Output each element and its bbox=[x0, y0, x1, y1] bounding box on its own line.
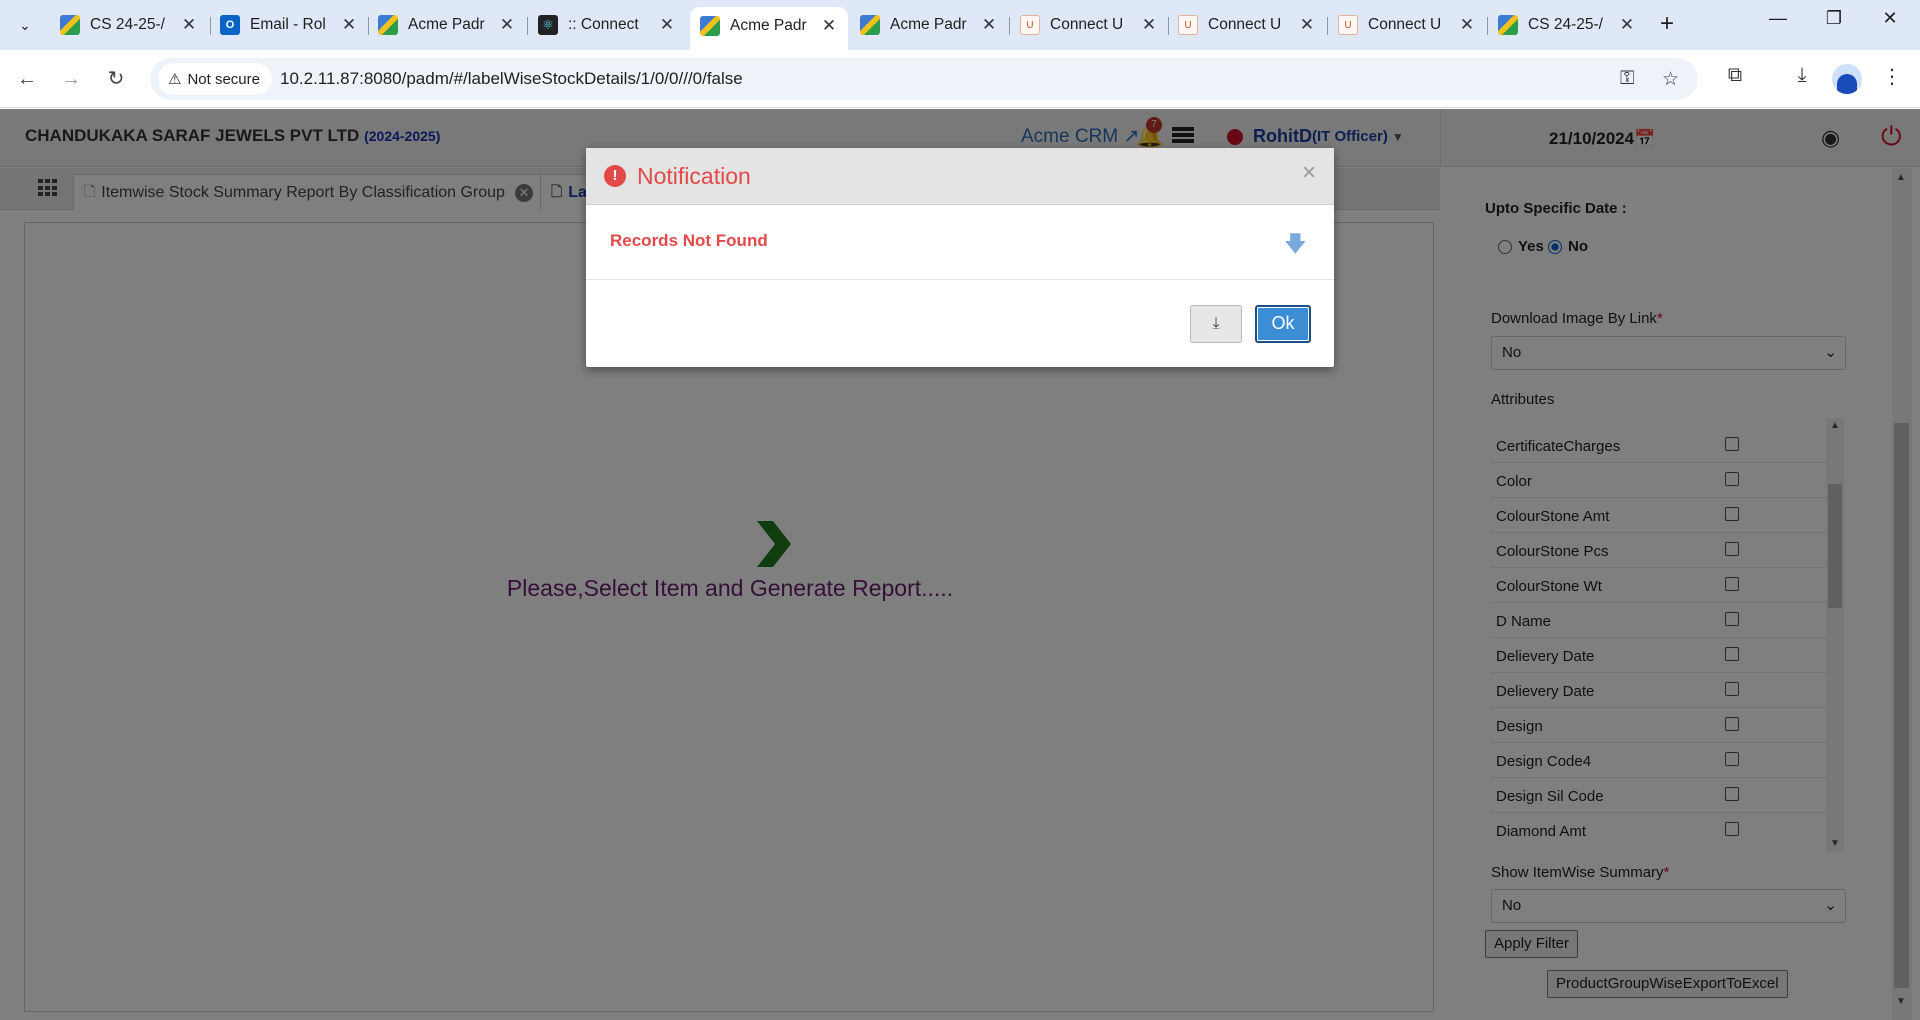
minimize-icon[interactable]: — bbox=[1758, 8, 1798, 29]
url-text[interactable]: 10.2.11.87:8080/padm/#/labelWiseStockDet… bbox=[280, 69, 743, 89]
browser-tab-active[interactable]: Acme Padr ✕ bbox=[690, 7, 848, 50]
browser-tab-title: CS 24-25-/ bbox=[90, 16, 165, 33]
browser-tab-title: Acme Padr bbox=[730, 16, 807, 34]
bookmark-star-icon[interactable]: ☆ bbox=[1662, 68, 1679, 91]
password-key-icon[interactable]: ⚿ bbox=[1620, 68, 1634, 90]
browser-tab-title: Acme Padr bbox=[408, 16, 485, 33]
reload-icon[interactable]: ↻ bbox=[101, 64, 131, 94]
dialog-title: Notification bbox=[637, 163, 751, 189]
warning-triangle-icon: ⚠ bbox=[168, 71, 182, 88]
ok-button[interactable]: Ok bbox=[1255, 305, 1311, 343]
tab-search-chevron-icon[interactable]: ⌄ bbox=[8, 9, 42, 41]
browser-tab[interactable]: U Connect U ✕ bbox=[1328, 7, 1486, 43]
browser-tab[interactable]: U Connect U ✕ bbox=[1168, 7, 1326, 43]
close-icon[interactable]: ✕ bbox=[1618, 15, 1636, 35]
address-bar: ← → ↻ ⚠ Not secure 10.2.11.87:8080/padm/… bbox=[0, 50, 1920, 108]
browser-tab[interactable]: U Connect U ✕ bbox=[1010, 7, 1168, 43]
close-icon[interactable]: ✕ bbox=[1458, 15, 1476, 35]
close-icon[interactable]: × bbox=[1302, 159, 1316, 187]
close-icon[interactable]: ✕ bbox=[1298, 15, 1316, 35]
close-icon[interactable]: ✕ bbox=[1140, 15, 1158, 35]
browser-tab-title: Connect U bbox=[1050, 16, 1124, 33]
download-button[interactable]: ⤓ bbox=[1190, 305, 1242, 343]
close-icon[interactable]: ✕ bbox=[820, 16, 838, 36]
download-icon: ⤓ bbox=[1212, 315, 1220, 332]
browser-tab[interactable]: ⚛ :: Connect ✕ bbox=[528, 7, 686, 43]
connect-favicon-icon: U bbox=[1178, 15, 1198, 35]
padm-favicon-icon bbox=[60, 15, 80, 35]
browser-tab[interactable]: CS 24-25-/ ✕ bbox=[50, 7, 208, 43]
browser-tab-strip: ⌄ CS 24-25-/ ✕ O Email - Rol ✕ Acme Padr… bbox=[0, 0, 1920, 50]
dialog-body: Records Not Found 🡇 bbox=[586, 205, 1334, 280]
connect-favicon-icon: U bbox=[1020, 15, 1040, 35]
padm-favicon-icon bbox=[1498, 15, 1518, 35]
close-icon[interactable]: ✕ bbox=[180, 15, 198, 35]
close-icon[interactable]: ✕ bbox=[340, 15, 358, 35]
exclamation-circle-icon: ! bbox=[604, 165, 626, 187]
new-tab-plus-icon[interactable]: + bbox=[1652, 10, 1682, 38]
site-security-chip[interactable]: ⚠ Not secure bbox=[158, 63, 272, 95]
forward-arrow-icon[interactable]: → bbox=[56, 64, 86, 94]
window-close-icon[interactable]: ✕ bbox=[1870, 8, 1910, 29]
browser-tab-title: CS 24-25-/ bbox=[1528, 16, 1603, 33]
browser-tab-title: Email - Rol bbox=[250, 16, 326, 33]
browser-menu-icon[interactable]: ⋮ bbox=[1877, 64, 1907, 89]
browser-tab[interactable]: Acme Padr ✕ bbox=[368, 7, 526, 43]
padm-favicon-icon bbox=[860, 15, 880, 35]
dialog-header: ! Notification × bbox=[586, 148, 1334, 205]
outlook-favicon-icon: O bbox=[220, 15, 240, 35]
browser-tab[interactable]: O Email - Rol ✕ bbox=[210, 7, 368, 43]
react-favicon-icon: ⚛ bbox=[538, 15, 558, 35]
close-icon[interactable]: ✕ bbox=[498, 15, 516, 35]
padm-favicon-icon bbox=[700, 15, 720, 36]
close-icon[interactable]: ✕ bbox=[658, 15, 676, 35]
padm-favicon-icon bbox=[378, 15, 398, 35]
close-icon[interactable]: ✕ bbox=[980, 15, 998, 35]
notification-dialog: ! Notification × Records Not Found 🡇 ⤓ O… bbox=[586, 148, 1334, 367]
browser-tab[interactable]: Acme Padr ✕ bbox=[850, 7, 1008, 43]
browser-tab-title: :: Connect bbox=[568, 16, 639, 33]
back-arrow-icon[interactable]: ← bbox=[12, 64, 42, 94]
omnibox[interactable]: ⚠ Not secure 10.2.11.87:8080/padm/#/labe… bbox=[150, 58, 1698, 100]
arrow-down-icon[interactable]: 🡇 bbox=[1284, 227, 1307, 265]
browser-tab-title: Connect U bbox=[1208, 16, 1282, 33]
restore-icon[interactable]: ❐ bbox=[1814, 8, 1854, 29]
browser-tab-title: Acme Padr bbox=[890, 16, 967, 33]
downloads-icon[interactable]: ⤓ bbox=[1787, 64, 1817, 87]
dialog-message: Records Not Found bbox=[610, 231, 768, 250]
connect-favicon-icon: U bbox=[1338, 15, 1358, 35]
browser-tab[interactable]: CS 24-25-/ ✕ bbox=[1488, 7, 1646, 43]
extensions-puzzle-icon[interactable]: ⧉ bbox=[1720, 64, 1750, 87]
browser-tab-title: Connect U bbox=[1368, 16, 1442, 33]
security-label: Not secure bbox=[187, 70, 260, 88]
profile-avatar-icon[interactable] bbox=[1832, 64, 1862, 94]
